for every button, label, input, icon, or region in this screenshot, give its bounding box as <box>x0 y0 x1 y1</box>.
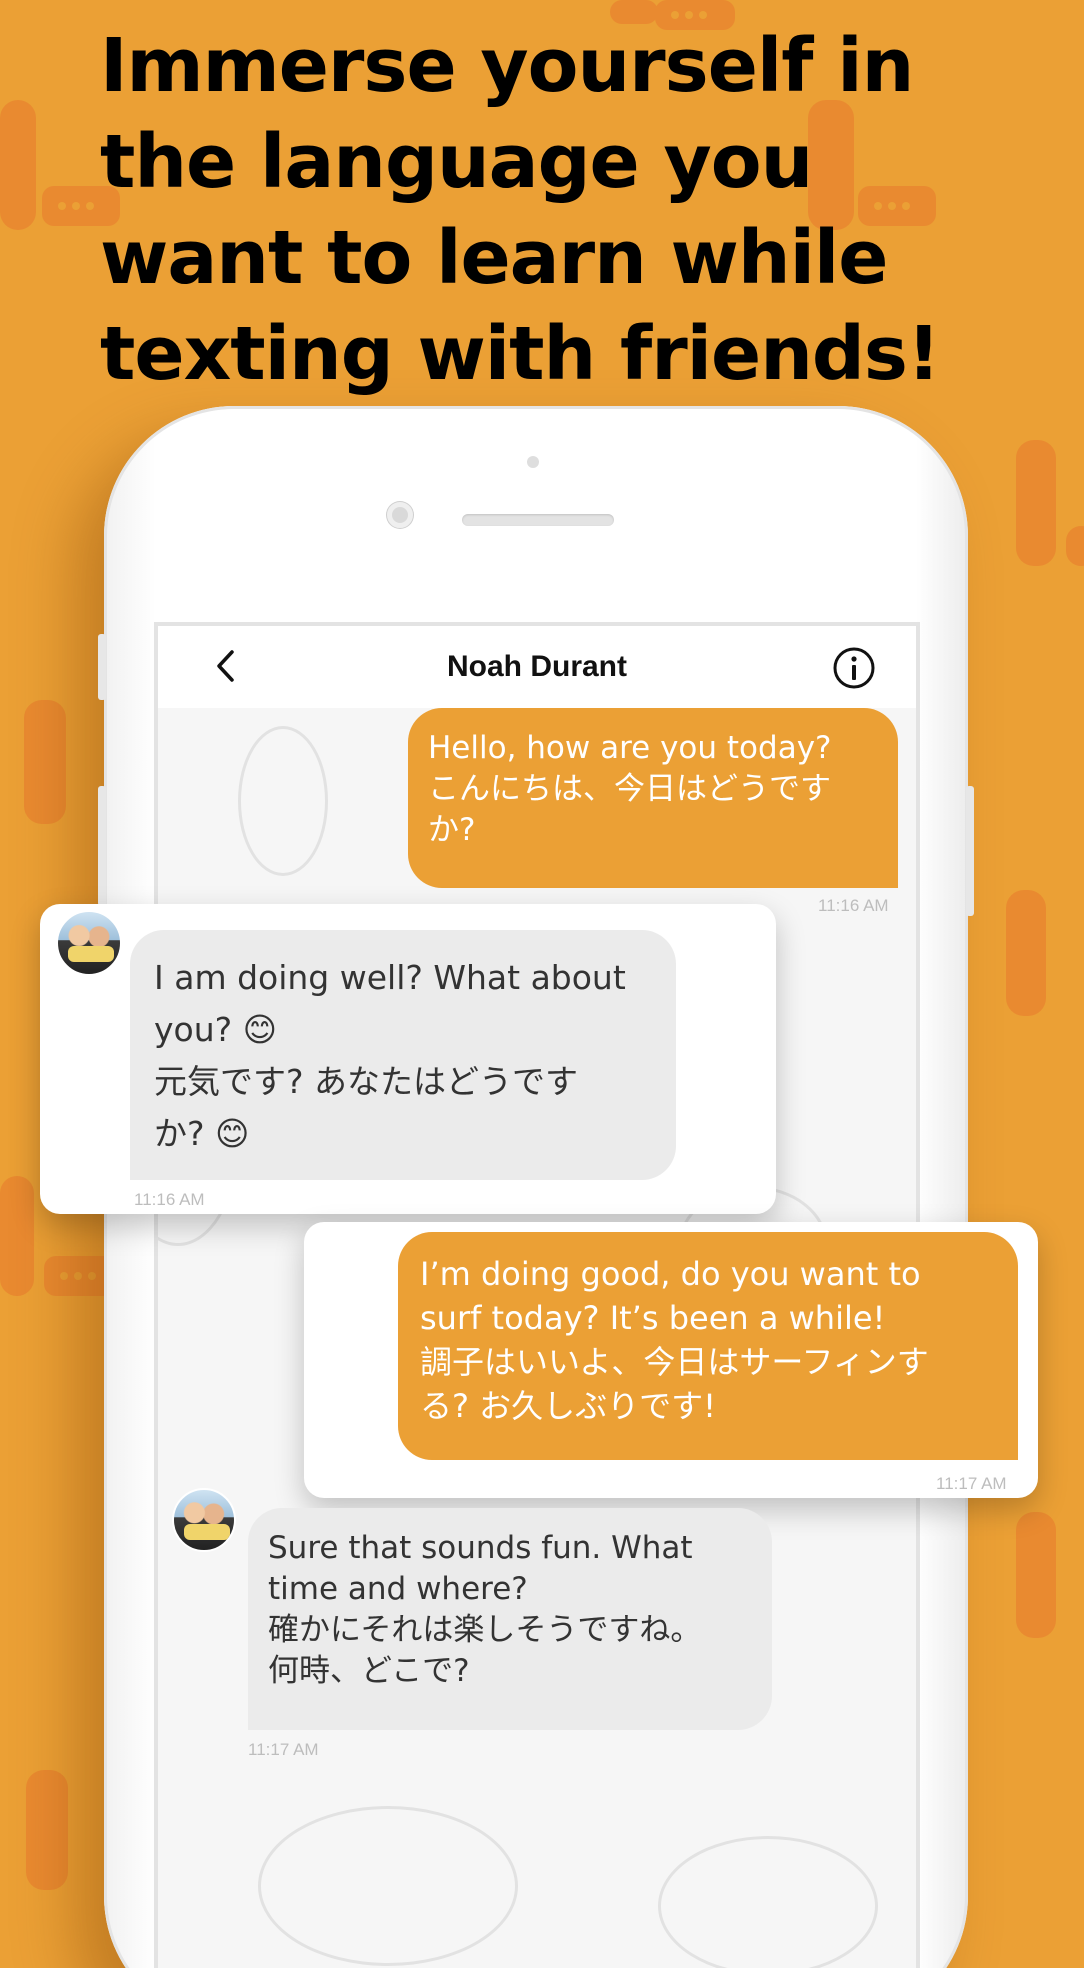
message-line: time and where? <box>268 1571 528 1607</box>
message-line: Hello, how are you today? <box>428 730 832 766</box>
contact-name[interactable]: Noah Durant <box>158 650 916 684</box>
message-line: you? 😊 <box>154 1010 278 1049</box>
message-line: I am doing well? What about <box>154 958 626 997</box>
message-line: か? <box>428 812 476 848</box>
phone-side-button <box>98 786 106 906</box>
contact-avatar[interactable] <box>172 1488 236 1552</box>
message-line: 確かにそれは楽しそうですね。 <box>268 1612 702 1648</box>
background-decoration <box>0 100 36 230</box>
wallpaper-doodle <box>238 726 328 876</box>
info-icon <box>833 647 875 689</box>
message-line: surf today? It’s been a while! <box>420 1299 886 1337</box>
message-timestamp: 11:16 AM <box>818 896 889 915</box>
background-decoration <box>26 1770 68 1890</box>
phone-sensor <box>527 456 539 468</box>
message-line: 何時、どこで? <box>268 1653 470 1689</box>
message-timestamp: 11:17 AM <box>936 1474 1007 1493</box>
message-line: か? 😊 <box>154 1114 250 1153</box>
background-decoration <box>1006 890 1046 1016</box>
message-timestamp: 11:16 AM <box>134 1190 205 1209</box>
incoming-message[interactable]: Sure that sounds fun. What time and wher… <box>248 1508 772 1730</box>
contact-avatar[interactable] <box>56 910 122 976</box>
message-line: 元気です? あなたはどうです <box>154 1062 579 1101</box>
message-line: Sure that sounds fun. What <box>268 1530 693 1566</box>
info-button[interactable] <box>832 646 876 690</box>
incoming-message[interactable]: I am doing well? What about you? 😊 元気です?… <box>130 930 676 1180</box>
phone-side-button <box>98 634 106 700</box>
outgoing-message[interactable]: I’m doing good, do you want to surf toda… <box>398 1232 1018 1460</box>
background-decoration <box>0 1176 34 1296</box>
headline-line: texting with friends! <box>100 311 941 397</box>
wallpaper-doodle <box>258 1806 518 1966</box>
headline-line: want to learn while <box>100 215 888 301</box>
message-line: 調子はいいよ、今日はサーフィンす <box>420 1343 929 1381</box>
message-line: こんにちは、今日はどうです <box>428 771 831 807</box>
background-decoration <box>24 700 66 824</box>
message-line: る? お久しぶりです! <box>420 1387 716 1425</box>
background-decoration <box>1016 440 1056 566</box>
phone-side-button <box>966 786 974 916</box>
phone-camera <box>387 502 413 528</box>
headline-line: Immerse yourself in <box>100 23 914 109</box>
headline-line: the language you <box>100 119 813 205</box>
wallpaper-doodle <box>658 1836 878 1968</box>
phone-speaker <box>462 514 614 526</box>
background-decoration <box>1016 1512 1056 1638</box>
message-line: I’m doing good, do you want to <box>420 1255 921 1293</box>
chat-header: Noah Durant <box>158 626 916 708</box>
message-timestamp: 11:17 AM <box>248 1740 319 1759</box>
background-decoration <box>1066 526 1084 566</box>
outgoing-message[interactable]: Hello, how are you today? こんにちは、今日はどうです … <box>408 708 898 888</box>
headline: Immerse yourself in the language you wan… <box>100 18 1000 402</box>
